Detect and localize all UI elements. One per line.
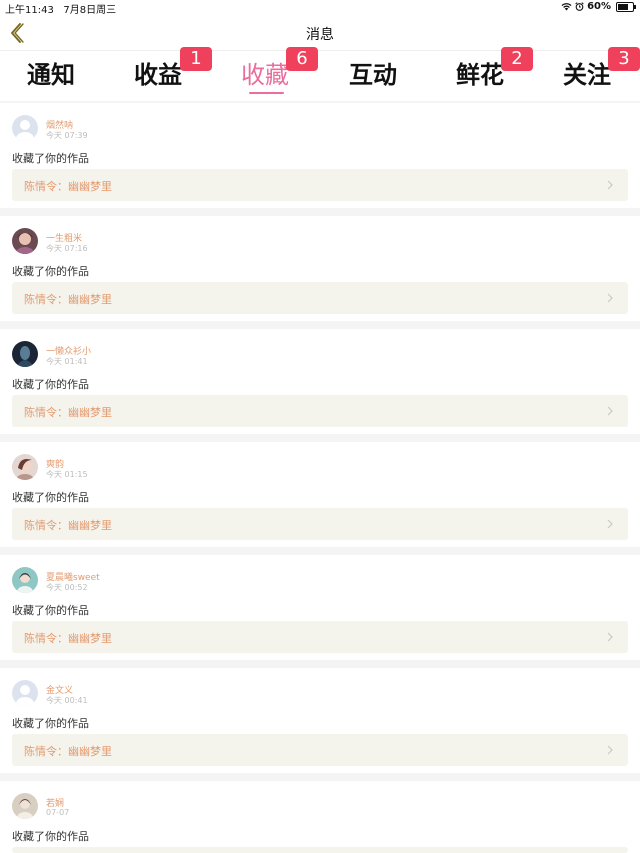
- avatar[interactable]: [12, 567, 38, 593]
- work-title: 陈情令：幽幽梦里: [24, 632, 112, 645]
- avatar[interactable]: [12, 680, 38, 706]
- chevron-right-icon: [607, 632, 613, 642]
- wifi-icon: [561, 3, 572, 11]
- avatar[interactable]: [12, 454, 38, 480]
- tab-label: 鲜花: [456, 61, 504, 89]
- chevron-right-icon: [607, 293, 613, 303]
- action-text: 收藏了你的作品: [12, 717, 89, 730]
- notification-card: 若娴 07-07 收藏了你的作品: [0, 781, 640, 853]
- timestamp: 今天 07:39: [46, 131, 88, 140]
- work-link[interactable]: [12, 847, 628, 853]
- action-text: 收藏了你的作品: [12, 830, 89, 843]
- tab-notifications[interactable]: 通知: [27, 55, 75, 90]
- tab-interactions[interactable]: 互动: [349, 55, 397, 90]
- tab-earnings[interactable]: 收益 1: [134, 47, 212, 90]
- action-text: 收藏了你的作品: [12, 378, 89, 391]
- notification-card: 一懒众衫小 今天 01:41 收藏了你的作品 陈情令：幽幽梦里: [0, 329, 640, 434]
- message-tabs: 通知 收益 1 收藏 6 互动 鲜花 2 关注 3: [0, 47, 640, 101]
- battery-icon: [616, 1, 636, 12]
- status-bar: 上午11:43 7月8日周三 60%: [0, 0, 640, 16]
- timestamp: 今天 00:41: [46, 696, 88, 705]
- notification-card: 烟然呐 今天 07:39 收藏了你的作品 陈情令：幽幽梦里: [0, 103, 640, 208]
- work-title: 陈情令：幽幽梦里: [24, 180, 112, 193]
- work-link[interactable]: 陈情令：幽幽梦里: [12, 508, 628, 540]
- avatar[interactable]: [12, 341, 38, 367]
- avatar[interactable]: [12, 115, 38, 141]
- chevron-right-icon: [607, 519, 613, 529]
- tab-badge: 2: [501, 47, 533, 71]
- tab-badge: 3: [608, 47, 640, 71]
- tab-badge: 6: [286, 47, 318, 71]
- work-link[interactable]: 陈情令：幽幽梦里: [12, 282, 628, 314]
- work-title: 陈情令：幽幽梦里: [24, 406, 112, 419]
- notification-card: 金文义 今天 00:41 收藏了你的作品 陈情令：幽幽梦里: [0, 668, 640, 773]
- work-link[interactable]: 陈情令：幽幽梦里: [12, 621, 628, 653]
- timestamp: 今天 07:16: [46, 244, 88, 253]
- action-text: 收藏了你的作品: [12, 265, 89, 278]
- tab-flowers[interactable]: 鲜花 2: [456, 47, 533, 90]
- tab-follows[interactable]: 关注 3: [563, 47, 640, 90]
- chevron-right-icon: [607, 180, 613, 190]
- notification-card: 夏晨曦sweet 今天 00:52 收藏了你的作品 陈情令：幽幽梦里: [0, 555, 640, 660]
- action-text: 收藏了你的作品: [12, 152, 89, 165]
- navigation-header: 消息: [0, 16, 640, 51]
- status-date: 7月8日周三: [63, 5, 117, 16]
- timestamp: 今天 01:41: [46, 357, 88, 366]
- work-link[interactable]: 陈情令：幽幽梦里: [12, 169, 628, 201]
- tab-label: 关注: [563, 61, 611, 89]
- alarm-icon: [575, 2, 584, 11]
- timestamp: 今天 01:15: [46, 470, 88, 479]
- tab-label: 收益: [134, 61, 182, 89]
- work-link[interactable]: 陈情令：幽幽梦里: [12, 395, 628, 427]
- action-text: 收藏了你的作品: [12, 604, 89, 617]
- page-title: 消息: [306, 27, 334, 43]
- battery-percent: 60%: [587, 1, 611, 12]
- work-title: 陈情令：幽幽梦里: [24, 519, 112, 532]
- work-title: 陈情令：幽幽梦里: [24, 745, 112, 758]
- avatar[interactable]: [12, 793, 38, 819]
- chevron-right-icon: [607, 406, 613, 416]
- status-time-date: 上午11:43 7月8日周三: [5, 1, 116, 16]
- tab-favorites[interactable]: 收藏 6: [241, 47, 318, 90]
- status-indicators: 60%: [561, 1, 636, 12]
- tab-badge: 1: [180, 47, 212, 71]
- status-time: 上午11:43: [5, 5, 54, 16]
- tab-label: 通知: [27, 61, 75, 89]
- work-link[interactable]: 陈情令：幽幽梦里: [12, 734, 628, 766]
- notification-card: 奭韵 今天 01:15 收藏了你的作品 陈情令：幽幽梦里: [0, 442, 640, 547]
- timestamp: 07-07: [46, 808, 70, 817]
- tab-label: 互动: [349, 61, 397, 89]
- tab-label: 收藏: [241, 61, 289, 89]
- avatar[interactable]: [12, 228, 38, 254]
- notification-card: 一生粗米 今天 07:16 收藏了你的作品 陈情令：幽幽梦里: [0, 216, 640, 321]
- active-tab-indicator: [249, 92, 284, 94]
- action-text: 收藏了你的作品: [12, 491, 89, 504]
- timestamp: 今天 00:52: [46, 583, 88, 592]
- chevron-right-icon: [607, 745, 613, 755]
- work-title: 陈情令：幽幽梦里: [24, 293, 112, 306]
